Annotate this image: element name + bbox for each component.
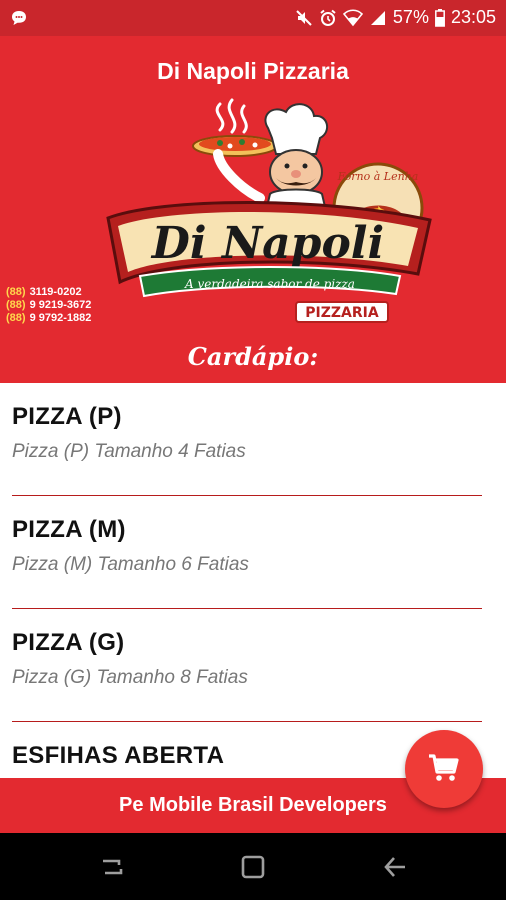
navigation-bar (0, 833, 506, 900)
home-icon[interactable] (238, 853, 268, 881)
svg-text:PIZZARIA: PIZZARIA (305, 305, 379, 321)
alarm-icon (319, 9, 337, 27)
menu-item-pizza-g[interactable]: PIZZA (G) Pizza (G) Tamanho 8 Fatias (0, 609, 506, 722)
battery-percent: 57% (392, 7, 429, 27)
back-icon[interactable] (381, 853, 411, 881)
menu-item-pizza-m[interactable]: PIZZA (M) Pizza (M) Tamanho 6 Fatias (0, 496, 506, 609)
menu-item-title: PIZZA (M) (12, 516, 126, 543)
menu-item-title: PIZZA (P) (12, 403, 122, 430)
svg-text:Di Napoli: Di Napoli (150, 218, 384, 269)
phone-line[interactable]: (88) 9 9792-1882 (6, 312, 91, 325)
menu-list: PIZZA (P) Pizza (P) Tamanho 4 Fatias PIZ… (0, 383, 506, 778)
menu-item-subtitle: Pizza (P) Tamanho 4 Fatias (12, 441, 246, 462)
phone-numbers: (88) 3119-0202 (88) 9 9219-3672 (88) 9 9792… (6, 286, 91, 325)
header: Di Napoli Pizzaria Forno à Lenha Di Napo… (0, 36, 506, 383)
chat-icon (10, 9, 28, 32)
menu-item-subtitle: Pizza (M) Tamanho 6 Fatias (12, 554, 249, 575)
phone-line[interactable]: (88) 3119-0202 (6, 286, 91, 299)
phone-line[interactable]: (88) 9 9219-3672 (6, 299, 91, 312)
menu-item-pizza-p[interactable]: PIZZA (P) Pizza (P) Tamanho 4 Fatias (0, 383, 506, 496)
battery-icon (435, 8, 445, 27)
mute-icon (295, 9, 313, 27)
recent-apps-icon[interactable] (97, 853, 127, 881)
menu-item-title: PIZZA (G) (12, 629, 125, 656)
pizzeria-logo: Forno à Lenha Di Napoli A verdadeira sab… (100, 98, 440, 348)
clock: 23:05 (450, 7, 496, 27)
app-title: Di Napoli Pizzaria (157, 58, 349, 84)
signal-icon (369, 9, 387, 27)
svg-text:A verdadeira sabor de pizza: A verdadeira sabor de pizza (184, 277, 355, 291)
cart-icon (427, 750, 461, 789)
cart-button[interactable] (405, 730, 483, 808)
status-bar: 57% 23:05 (0, 0, 506, 36)
svg-text:Forno à Lenha: Forno à Lenha (337, 170, 419, 183)
section-label: Cardápio: (187, 342, 319, 371)
menu-item-subtitle: Pizza (G) Tamanho 8 Fatias (12, 667, 248, 688)
wifi-icon (342, 8, 363, 27)
